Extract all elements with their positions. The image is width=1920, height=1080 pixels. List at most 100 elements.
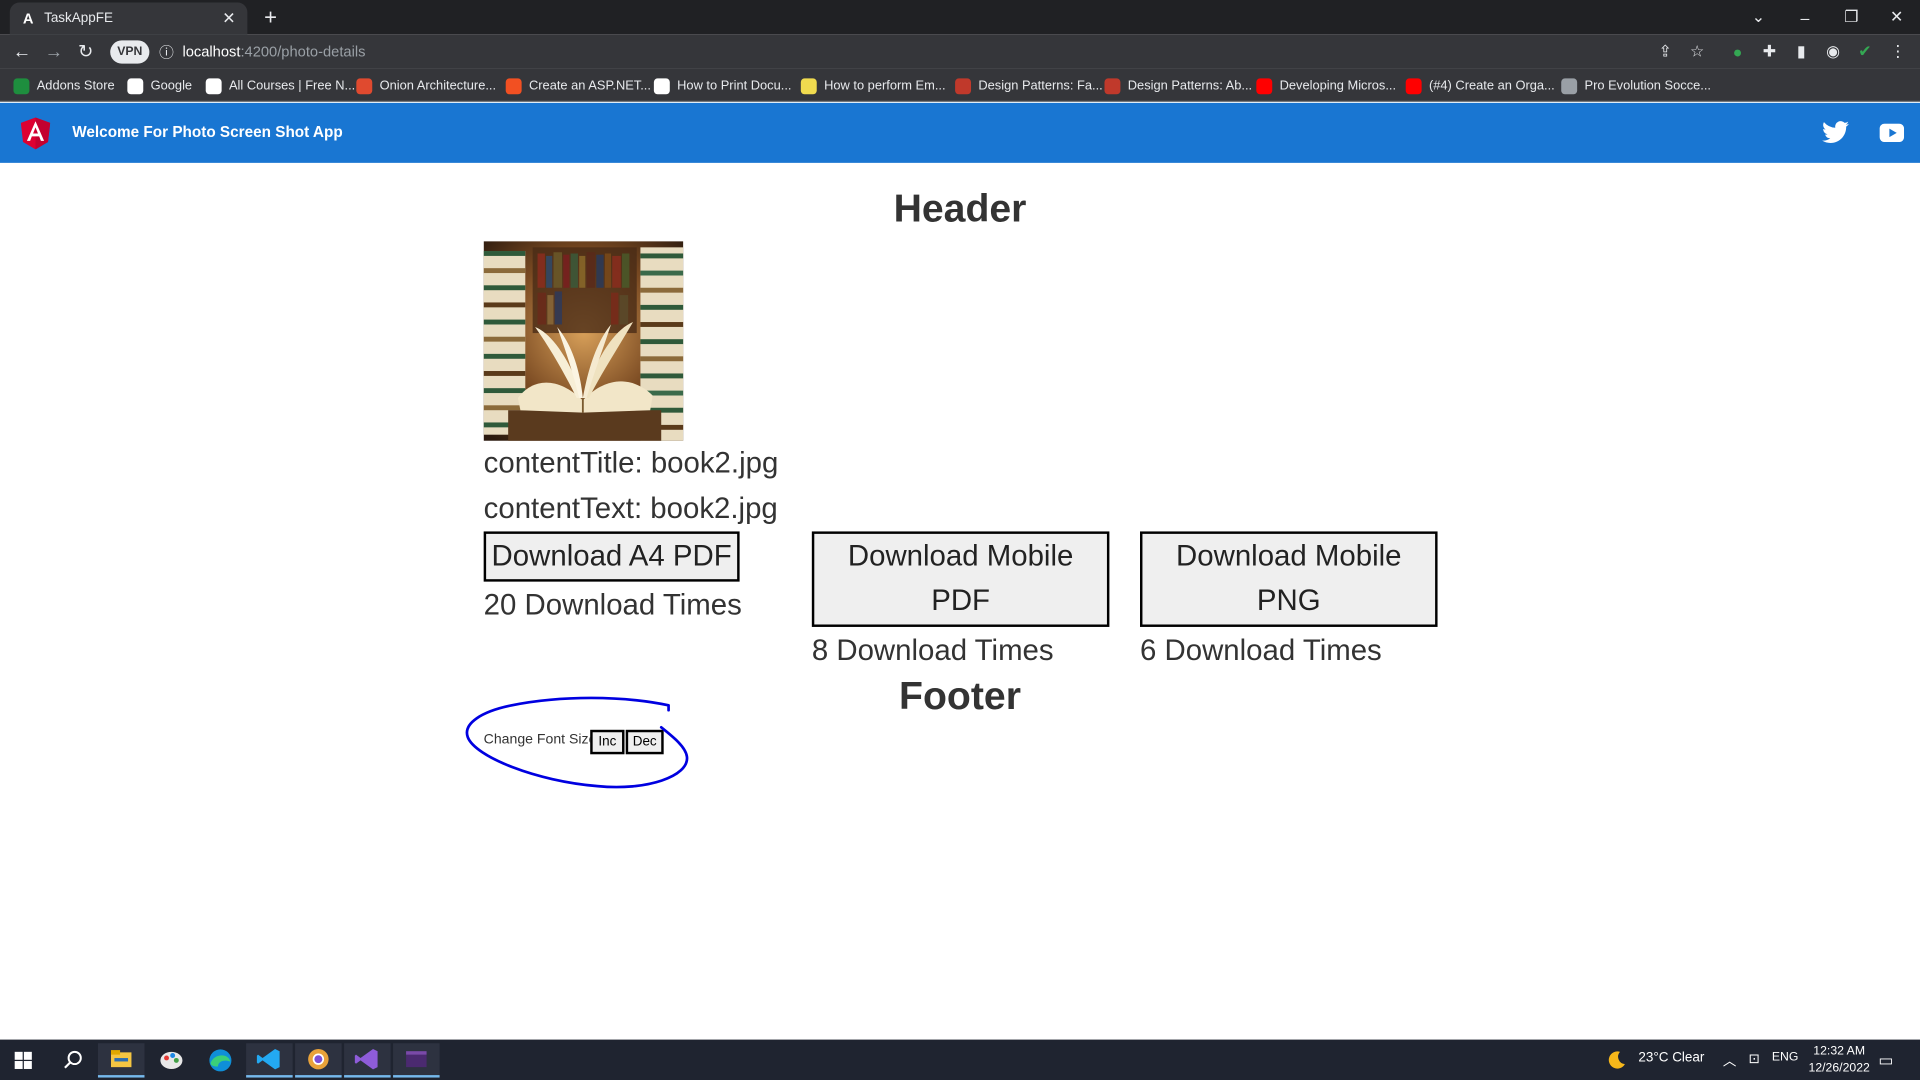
network-icon[interactable]: ⊡ (1749, 1051, 1760, 1067)
microsoft-icon (505, 77, 522, 94)
windows-start-icon[interactable] (0, 1043, 47, 1077)
bookmark-item[interactable]: Pro Evolution Socce... (1561, 76, 1711, 96)
download-mobile-pdf-button[interactable]: Download Mobile PDF (811, 531, 1110, 627)
bookmark-item[interactable]: Design Patterns: Fa... (955, 76, 1103, 96)
forward-icon[interactable]: → (40, 39, 67, 63)
windows-taskbar: 23°C Clear ︿ ⊡ ENG 12:32 AM 12/26/2022 ▭ (0, 1039, 1920, 1080)
page-header: Header (893, 186, 1027, 231)
mobile-png-download-count: 6 Download Times (1140, 634, 1382, 668)
bookmark-item[interactable]: Create an ASP.NET... (505, 76, 651, 96)
download-a4-pdf-button[interactable]: Download A4 PDF (483, 531, 740, 582)
visual-studio-icon[interactable] (344, 1043, 391, 1078)
paint-app-icon[interactable] (148, 1043, 195, 1077)
bookmark-label: Google (150, 78, 193, 94)
bookmark-item[interactable]: Addons Store (13, 76, 115, 96)
bookmark-item[interactable]: How to perform Em... (800, 76, 946, 96)
content-title: contentTitle: book2.jpg (483, 446, 779, 481)
hand-drawn-circle-annotation (465, 696, 689, 789)
google-icon (127, 77, 144, 94)
youtube-icon (1256, 77, 1273, 94)
weather-text[interactable]: 23°C Clear (1638, 1051, 1704, 1066)
language-indicator[interactable]: ENG (1772, 1051, 1799, 1064)
book-photo (483, 241, 684, 441)
show-hidden-icons-icon[interactable]: ︿ (1723, 1051, 1736, 1071)
bookmark-label: How to perform Em... (824, 78, 946, 94)
url-host: localhost (182, 42, 241, 61)
bookmark-label: Design Patterns: Fa... (978, 78, 1103, 94)
edge-browser-icon[interactable] (197, 1043, 244, 1077)
youtube-icon[interactable] (1879, 123, 1905, 143)
clock-date: 12/26/2022 (1808, 1061, 1870, 1076)
globe-icon (1561, 77, 1578, 94)
bookmark-label: How to Print Docu... (677, 78, 792, 94)
url-path: :4200/photo-details (240, 42, 366, 61)
bookmark-label: Onion Architecture... (379, 78, 497, 94)
extension-lock-icon[interactable]: ● (1727, 40, 1749, 62)
bookmark-item[interactable]: All Courses | Free N... (205, 76, 356, 96)
ycombinator-icon (800, 77, 817, 94)
bookmark-item[interactable]: Design Patterns: Ab... (1104, 76, 1252, 96)
chrome-browser-icon[interactable] (295, 1043, 342, 1078)
browser-tabstrip: A TaskAppFE ✕ + ⌄ – ❐ ✕ (0, 0, 1920, 35)
a4-pdf-download-count: 20 Download Times (483, 588, 742, 623)
profile-icon[interactable]: ◉ (1822, 40, 1844, 62)
close-window-icon[interactable]: ✕ (1873, 0, 1920, 34)
site-info-icon[interactable]: ⓘ (157, 42, 177, 62)
new-tab-button[interactable]: + (257, 4, 284, 31)
design-patterns-icon (1104, 77, 1121, 94)
extensions-puzzle-icon[interactable]: ✚ (1758, 40, 1780, 62)
courses-icon (205, 77, 222, 94)
bookmark-label: Design Patterns: Ab... (1127, 78, 1253, 94)
mobile-pdf-download-count: 8 Download Times (811, 634, 1054, 668)
tab-search-icon[interactable]: ⌄ (1735, 0, 1782, 34)
app-title: Welcome For Photo Screen Shot App (72, 123, 343, 141)
minimize-icon[interactable]: – (1782, 0, 1829, 34)
clock-time: 12:32 AM (1813, 1044, 1866, 1058)
bookmark-item[interactable]: Onion Architecture... (356, 76, 496, 96)
app-navbar: Welcome For Photo Screen Shot App (0, 102, 1920, 163)
video-icon (653, 77, 670, 94)
browser-tab[interactable]: A TaskAppFE ✕ (9, 2, 248, 35)
terminal-icon[interactable] (393, 1043, 440, 1078)
angular-logo-icon (20, 117, 51, 150)
menu-kebab-icon[interactable]: ⋮ (1887, 40, 1909, 62)
weather-moon-icon (1608, 1051, 1625, 1069)
back-icon[interactable]: ← (9, 39, 36, 63)
file-explorer-icon[interactable] (97, 1043, 145, 1078)
onion-icon (356, 77, 373, 94)
vscode-icon[interactable] (246, 1043, 293, 1078)
twitter-icon[interactable] (1822, 120, 1849, 144)
restore-icon[interactable]: ❐ (1828, 0, 1875, 34)
share-icon[interactable]: ⇪ (1654, 40, 1676, 62)
bookmark-label: All Courses | Free N... (228, 78, 356, 94)
store-icon (13, 77, 30, 94)
address-bar[interactable]: localhost:4200/photo-details (182, 43, 365, 60)
youtube-icon (1405, 77, 1422, 94)
content-text: contentText: book2.jpg (483, 492, 778, 526)
bookmarks-bar: Addons Store Google All Courses | Free N..… (0, 68, 1920, 102)
bookmark-item[interactable]: How to Print Docu... (653, 76, 792, 96)
bookmark-label: Pro Evolution Socce... (1584, 78, 1711, 94)
vpn-badge[interactable]: VPN (110, 40, 150, 64)
design-patterns-icon (955, 77, 972, 94)
close-tab-icon[interactable]: ✕ (220, 9, 237, 29)
angular-favicon-icon: A (22, 9, 34, 27)
search-icon[interactable] (49, 1043, 96, 1077)
bookmark-item[interactable]: Google (127, 76, 192, 96)
page-footer: Footer (899, 673, 1021, 718)
shield-check-icon[interactable]: ✔ (1854, 40, 1876, 62)
bookmark-label: (#4) Create an Orga... (1428, 78, 1555, 94)
bookmark-label: Addons Store (36, 78, 115, 94)
browser-toolbar: ← → ↻ VPN ⓘ localhost:4200/photo-details… (0, 34, 1920, 69)
bookmark-label: Create an ASP.NET... (528, 78, 651, 94)
bookmark-star-icon[interactable]: ☆ (1686, 40, 1708, 62)
side-panel-icon[interactable]: ▮ (1790, 40, 1812, 62)
reload-icon[interactable]: ↻ (72, 39, 99, 63)
bookmark-label: Developing Micros... (1279, 78, 1397, 94)
system-clock[interactable]: 12:32 AM 12/26/2022 (1807, 1043, 1871, 1077)
bookmark-item[interactable]: (#4) Create an Orga... (1405, 76, 1555, 96)
tab-title: TaskAppFE (44, 11, 113, 26)
download-mobile-png-button[interactable]: Download Mobile PNG (1140, 531, 1438, 627)
notification-icon[interactable]: ▭ (1878, 1051, 1893, 1071)
bookmark-item[interactable]: Developing Micros... (1256, 76, 1396, 96)
